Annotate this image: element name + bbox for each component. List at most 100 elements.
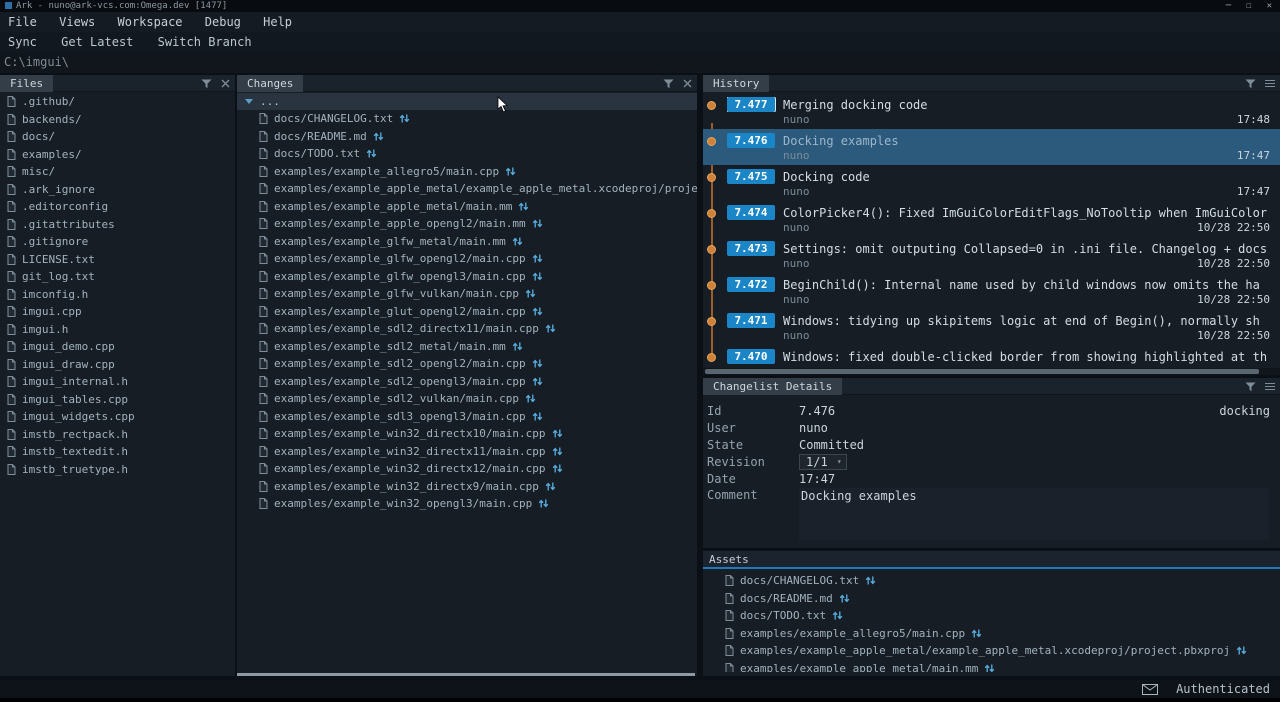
- history-tab[interactable]: History: [703, 75, 769, 92]
- changed-file-row[interactable]: examples/example_apple_metal/example_app…: [703, 642, 1280, 660]
- changed-file-row[interactable]: examples/example_glut_opengl2/main.cpp: [237, 303, 697, 321]
- changeset-row[interactable]: 7.470 Windows: fixed double-clicked bord…: [703, 345, 1280, 368]
- changes-root-row[interactable]: ...: [237, 93, 697, 110]
- file-tree-item[interactable]: git_log.txt: [0, 268, 235, 286]
- changeset-row[interactable]: 7.474 ColorPicker4(): Fixed ImGuiColorEd…: [703, 201, 1280, 237]
- file-tree-item[interactable]: LICENSE.txt: [0, 251, 235, 269]
- changed-file-row[interactable]: docs/TODO.txt: [703, 607, 1280, 625]
- changeset-author: nuno: [783, 329, 810, 342]
- menu-file[interactable]: File: [8, 15, 37, 29]
- filter-icon[interactable]: [1245, 79, 1256, 89]
- get-latest-button[interactable]: Get Latest: [61, 35, 133, 49]
- changeset-row[interactable]: 7.471 Windows: tidying up skipitems logi…: [703, 309, 1280, 345]
- close-panel-icon[interactable]: [221, 79, 230, 88]
- changed-file-row[interactable]: examples/example_allegro5/main.cpp: [237, 163, 697, 181]
- file-tree-item[interactable]: imconfig.h: [0, 286, 235, 304]
- file-tree-item[interactable]: .gitattributes: [0, 216, 235, 234]
- file-tree-item[interactable]: imgui_widgets.cpp: [0, 408, 235, 426]
- file-tree-item[interactable]: imgui_tables.cpp: [0, 391, 235, 409]
- changed-file-row[interactable]: examples/example_win32_directx12/main.cp…: [237, 460, 697, 478]
- files-tab[interactable]: Files: [0, 75, 53, 92]
- changed-file-row[interactable]: examples/example_sdl2_vulkan/main.cpp: [237, 390, 697, 408]
- maximize-button[interactable]: ☐: [1246, 0, 1251, 12]
- revision-select[interactable]: 1/1 ▾: [799, 454, 847, 470]
- file-tree-item[interactable]: docs/: [0, 128, 235, 146]
- horizontal-scrollbar[interactable]: [703, 368, 1280, 375]
- file-path: examples/example_win32_opengl3/main.cpp: [274, 497, 532, 510]
- changed-file-row[interactable]: examples/example_sdl2_opengl2/main.cpp: [237, 355, 697, 373]
- changed-file-row[interactable]: examples/example_apple_metal/example_app…: [237, 180, 697, 198]
- file-tree-item[interactable]: imstb_rectpack.h: [0, 426, 235, 444]
- filter-icon[interactable]: [201, 79, 212, 89]
- file-tree-item[interactable]: .github/: [0, 93, 235, 111]
- changed-file-row[interactable]: examples/example_apple_opengl2/main.mm: [237, 215, 697, 233]
- menu-views[interactable]: Views: [59, 15, 95, 29]
- menu-icon[interactable]: [1265, 79, 1275, 88]
- changeset-row[interactable]: 7.477 Merging docking code nuno 17:48: [703, 93, 1280, 129]
- close-panel-icon[interactable]: [683, 79, 692, 88]
- horizontal-scrollbar[interactable]: [237, 673, 695, 676]
- menu-workspace[interactable]: Workspace: [118, 15, 183, 29]
- sync-button[interactable]: Sync: [8, 35, 37, 49]
- file-tree-item[interactable]: misc/: [0, 163, 235, 181]
- changed-file-row[interactable]: examples/example_glfw_opengl3/main.cpp: [237, 268, 697, 286]
- file-tree-item[interactable]: imstb_textedit.h: [0, 443, 235, 461]
- changed-file-row[interactable]: docs/CHANGELOG.txt: [703, 572, 1280, 590]
- changed-file-row[interactable]: examples/example_sdl2_directx11/main.cpp: [237, 320, 697, 338]
- file-tree-item[interactable]: imgui_internal.h: [0, 373, 235, 391]
- changed-file-row[interactable]: docs/CHANGELOG.txt: [237, 110, 697, 128]
- changes-panel-header: Changes: [237, 75, 697, 92]
- file-path: examples/example_apple_metal/example_app…: [274, 182, 697, 195]
- changed-file-row[interactable]: examples/example_glfw_metal/main.mm: [237, 233, 697, 251]
- file-tree-item[interactable]: .editorconfig: [0, 198, 235, 216]
- file-tree-item[interactable]: imstb_truetype.h: [0, 461, 235, 479]
- changed-file-row[interactable]: docs/TODO.txt: [237, 145, 697, 163]
- changed-file-row[interactable]: examples/example_glfw_opengl2/main.cpp: [237, 250, 697, 268]
- file-tree-item[interactable]: .gitignore: [0, 233, 235, 251]
- file-icon: [7, 429, 16, 440]
- changed-file-row[interactable]: examples/example_glfw_vulkan/main.cpp: [237, 285, 697, 303]
- modified-icon: [512, 236, 523, 247]
- changes-tab[interactable]: Changes: [237, 75, 303, 92]
- changed-file-row[interactable]: examples/example_win32_directx10/main.cp…: [237, 425, 697, 443]
- changed-file-row[interactable]: examples/example_allegro5/main.cpp: [703, 625, 1280, 643]
- modified-icon: [532, 253, 543, 264]
- file-tree-item[interactable]: .ark_ignore: [0, 181, 235, 199]
- menu-icon[interactable]: [1265, 382, 1275, 391]
- changed-file-row[interactable]: examples/example_win32_directx11/main.cp…: [237, 443, 697, 461]
- switch-branch-button[interactable]: Switch Branch: [158, 35, 252, 49]
- filter-icon[interactable]: [1245, 382, 1256, 392]
- comment-field[interactable]: Docking examples: [799, 488, 1269, 540]
- details-tab[interactable]: Changelist Details: [703, 378, 842, 395]
- file-icon: [7, 446, 16, 457]
- file-tree-item[interactable]: examples/: [0, 146, 235, 164]
- file-tree-item[interactable]: imgui_draw.cpp: [0, 356, 235, 374]
- changed-file-row[interactable]: examples/example_apple_metal/main.mm: [237, 198, 697, 216]
- modified-icon: [971, 628, 982, 639]
- close-button[interactable]: ✕: [1267, 0, 1272, 12]
- changed-file-row[interactable]: examples/example_win32_opengl3/main.cpp: [237, 495, 697, 513]
- minimize-button[interactable]: ─: [1226, 0, 1231, 12]
- changed-file-row[interactable]: examples/example_sdl2_opengl3/main.cpp: [237, 373, 697, 391]
- changeset-row[interactable]: 7.476 Docking examples nuno 17:47: [703, 129, 1280, 165]
- changed-file-row[interactable]: docs/README.md: [703, 590, 1280, 608]
- changeset-row[interactable]: 7.472 BeginChild(): Internal name used b…: [703, 273, 1280, 309]
- changed-file-row[interactable]: examples/example_sdl2_metal/main.mm: [237, 338, 697, 356]
- collapse-arrow-icon[interactable]: [245, 99, 253, 104]
- changed-file-row[interactable]: docs/README.md: [237, 128, 697, 146]
- filter-icon[interactable]: [663, 79, 674, 89]
- changeset-title: Windows: fixed double-clicked border fro…: [783, 350, 1267, 364]
- file-tree-item[interactable]: imgui.cpp: [0, 303, 235, 321]
- file-tree-item[interactable]: imgui_demo.cpp: [0, 338, 235, 356]
- changeset-row[interactable]: 7.475 Docking code nuno 17:47: [703, 165, 1280, 201]
- menu-debug[interactable]: Debug: [205, 15, 241, 29]
- scrollbar-thumb[interactable]: [705, 369, 1259, 374]
- changed-file-row[interactable]: examples/example_apple_metal/main.mm: [703, 660, 1280, 673]
- changeset-row[interactable]: 7.473 Settings: omit outputing Collapsed…: [703, 237, 1280, 273]
- menu-help[interactable]: Help: [263, 15, 292, 29]
- modified-icon: [532, 411, 543, 422]
- file-tree-item[interactable]: backends/: [0, 111, 235, 129]
- changed-file-row[interactable]: examples/example_win32_directx9/main.cpp: [237, 478, 697, 496]
- file-tree-item[interactable]: imgui.h: [0, 321, 235, 339]
- changed-file-row[interactable]: examples/example_sdl3_opengl3/main.cpp: [237, 408, 697, 426]
